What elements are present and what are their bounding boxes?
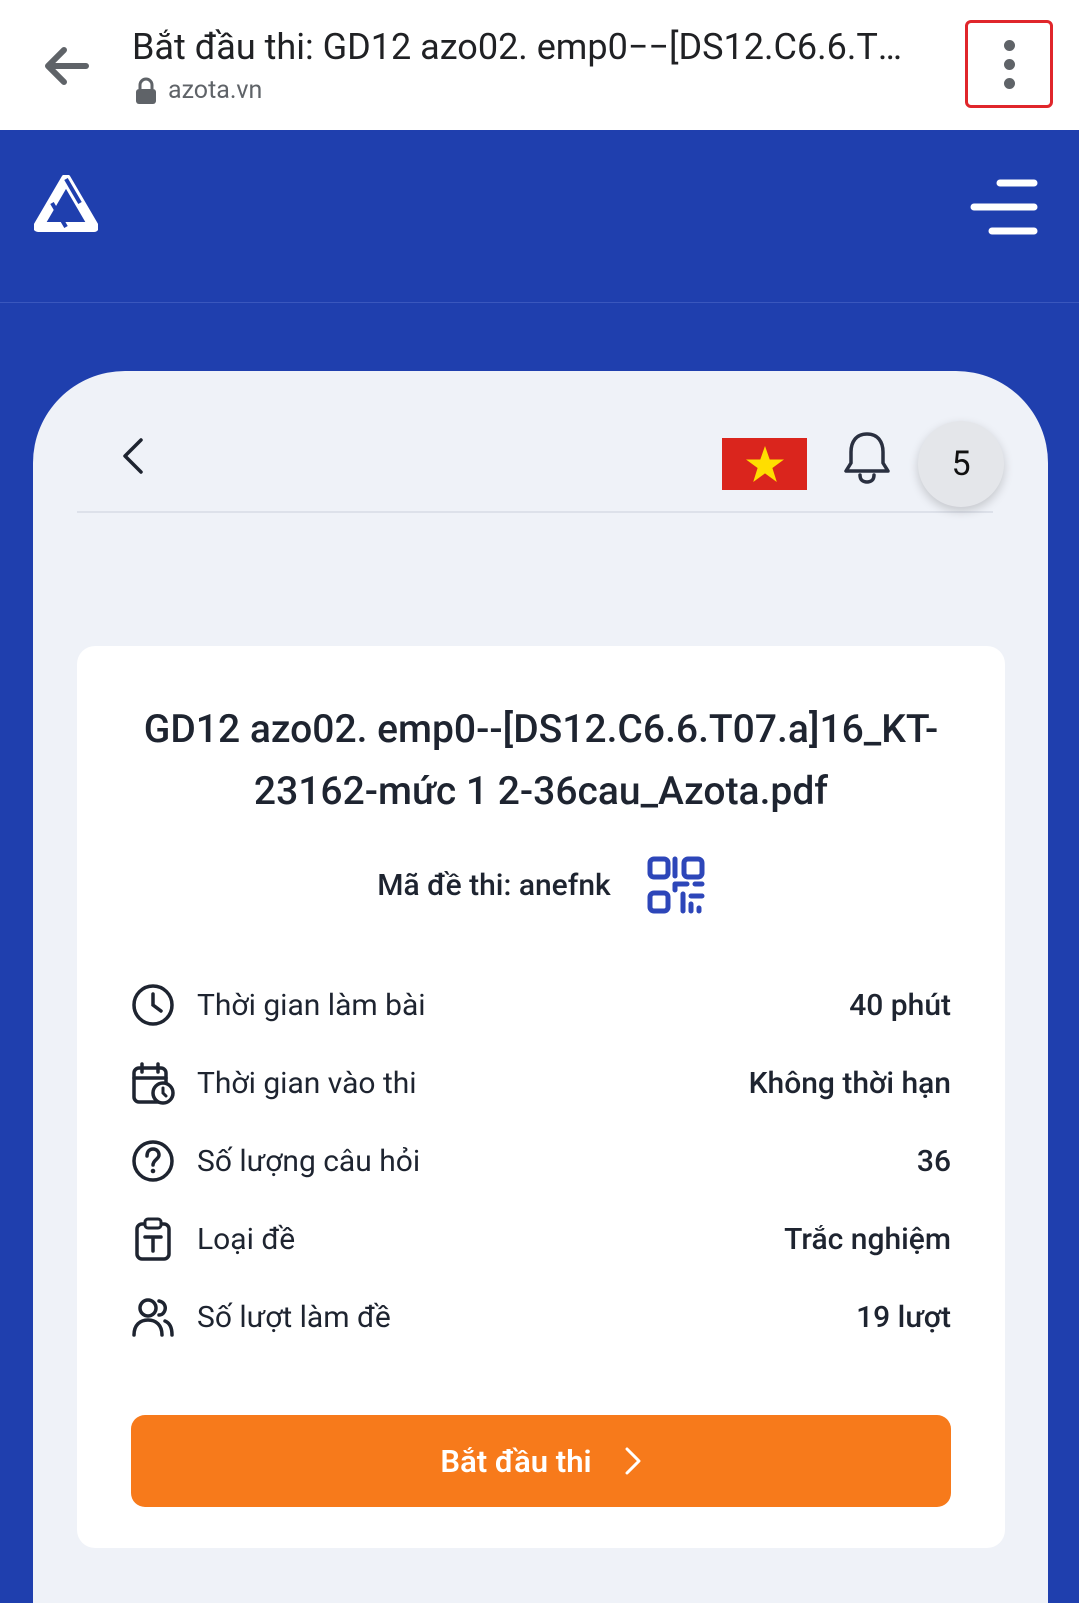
info-row-duration: Thời gian làm bài 40 phút: [131, 966, 951, 1044]
info-value: Không thời hạn: [748, 1065, 951, 1101]
browser-url[interactable]: azota.vn: [134, 76, 262, 105]
exam-code: Mã đề thi: anefnk: [377, 867, 611, 903]
qr-code-icon[interactable]: [647, 856, 705, 914]
avatar[interactable]: 5: [918, 421, 1004, 507]
info-value: 40 phút: [849, 987, 951, 1023]
back-button[interactable]: [113, 431, 153, 481]
info-row-entry-time: Thời gian vào thi Không thời hạn: [131, 1044, 951, 1122]
info-label: Số lượng câu hỏi: [197, 1143, 421, 1179]
avatar-text: 5: [951, 444, 971, 484]
exam-title: GD12 azo02. emp0--[DS12.C6.6.T07.a]16_KT…: [143, 706, 939, 814]
more-vert-dot: [1003, 77, 1015, 89]
start-exam-button[interactable]: Bắt đầu thi: [131, 1415, 951, 1507]
vietnam-flag-icon[interactable]: [722, 438, 807, 490]
more-vert-dot: [1003, 58, 1015, 70]
exam-info-list: Thời gian làm bài 40 phút Thời gian vào …: [131, 966, 951, 1356]
info-label: Thời gian vào thi: [197, 1065, 417, 1101]
info-value: 36: [916, 1143, 951, 1179]
lock-icon: [136, 77, 156, 104]
clock-icon: [131, 983, 175, 1027]
clipboard-text-icon: [131, 1217, 175, 1261]
browser-toolbar: Bắt đầu thi: GD12 azo02. emp0−−[DS12.C6.…: [0, 0, 1079, 130]
more-vert-icon: [1003, 39, 1015, 51]
question-circle-icon: [131, 1139, 175, 1183]
info-row-question-count: Số lượng câu hỏi 36: [131, 1122, 951, 1200]
info-label: Thời gian làm bài: [197, 987, 426, 1023]
browser-more-menu-button[interactable]: [965, 20, 1053, 108]
hamburger-icon[interactable]: [970, 178, 1038, 236]
main-panel: 5 GD12 azo02. emp0--[DS12.C6.6.T07.a]16_…: [33, 371, 1048, 1603]
arrow-left-icon: [45, 47, 89, 85]
start-exam-label: Bắt đầu thi: [440, 1442, 592, 1480]
exam-card: GD12 azo02. emp0--[DS12.C6.6.T07.a]16_KT…: [77, 646, 1005, 1548]
info-value: 19 lượt: [856, 1299, 951, 1335]
chevron-left-icon: [123, 438, 143, 474]
app-header: [0, 130, 1079, 303]
browser-back-button[interactable]: [36, 36, 96, 96]
exam-code-row: Mã đề thi: anefnk: [77, 856, 1005, 914]
browser-page-title: Bắt đầu thi: GD12 azo02. emp0−−[DS12.C6.…: [132, 26, 912, 68]
info-row-exam-type: Loại đề Trắc nghiệm: [131, 1200, 951, 1278]
calendar-clock-icon: [131, 1061, 175, 1105]
info-value: Trắc nghiệm: [784, 1221, 951, 1257]
info-label: Số lượt làm đề: [197, 1299, 391, 1335]
chevron-right-icon: [625, 1447, 641, 1475]
browser-url-text: azota.vn: [168, 76, 263, 105]
info-row-attempts: Số lượt làm đề 19 lượt: [131, 1278, 951, 1356]
bell-icon[interactable]: [841, 429, 893, 485]
info-label: Loại đề: [197, 1221, 296, 1257]
azota-logo-icon[interactable]: [33, 174, 99, 233]
users-icon: [131, 1295, 175, 1339]
